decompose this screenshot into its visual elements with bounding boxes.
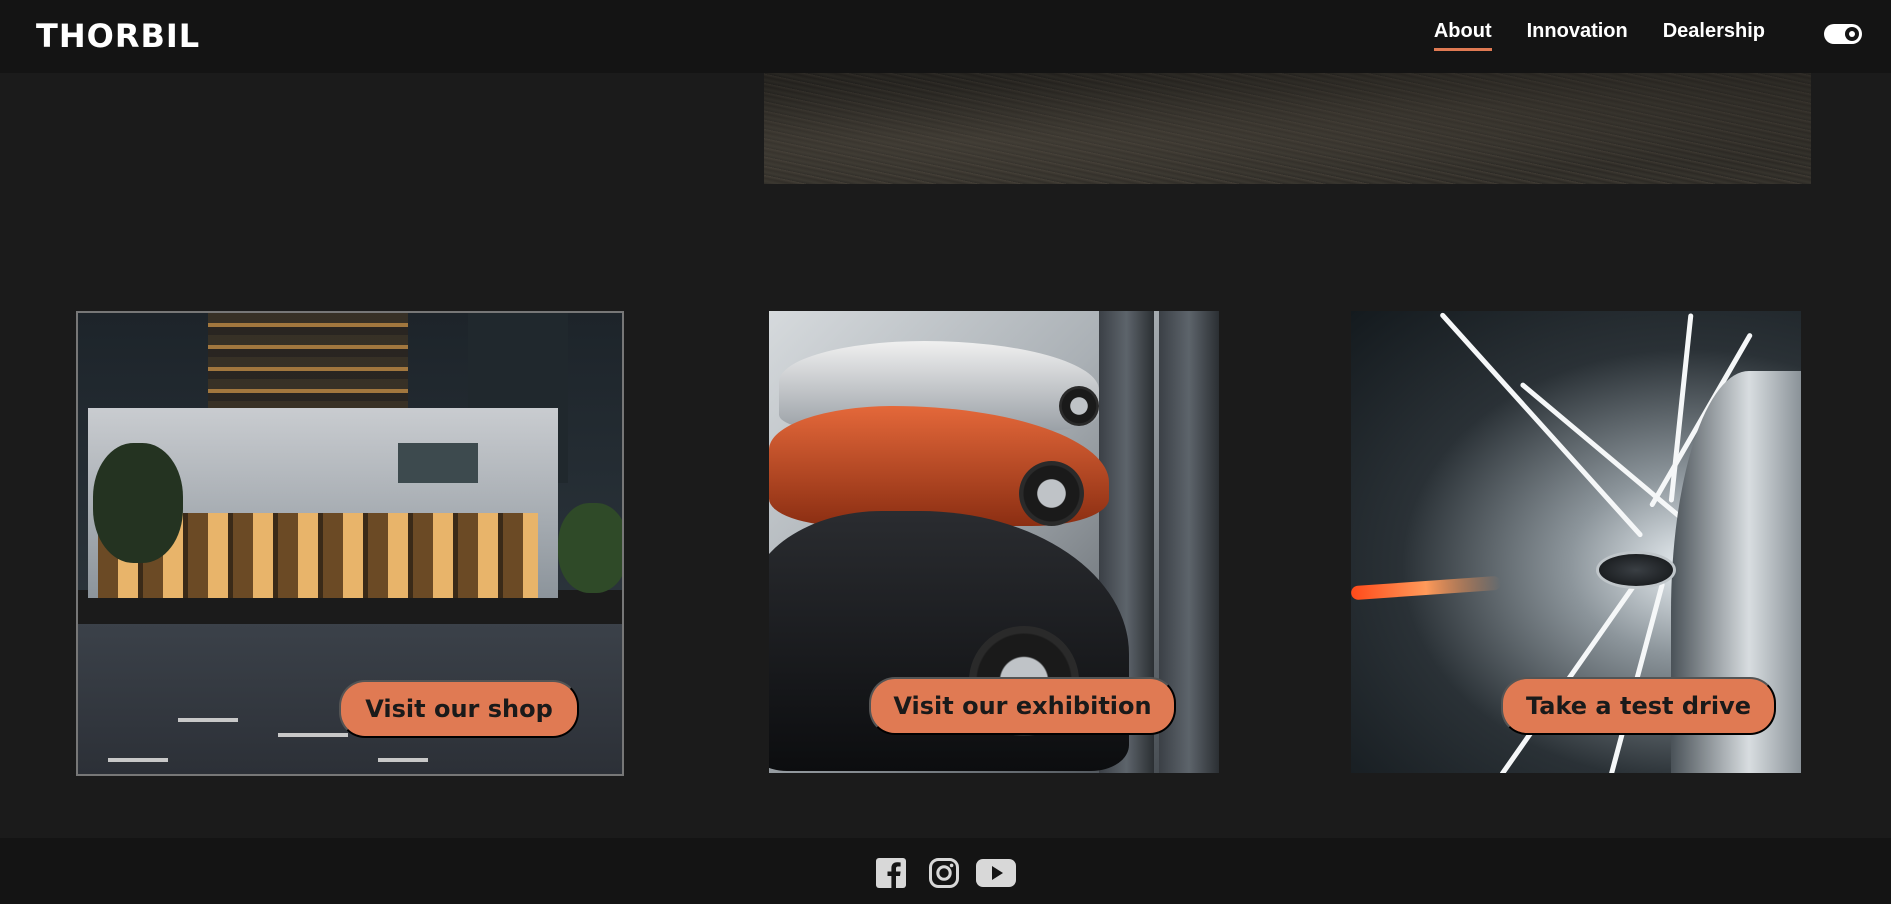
test-drive-button[interactable]: Take a test drive bbox=[1501, 677, 1776, 735]
theme-toggle-icon bbox=[1845, 27, 1859, 41]
instagram-icon[interactable] bbox=[928, 857, 960, 889]
youtube-icon[interactable] bbox=[975, 857, 1017, 889]
nav-link-innovation[interactable]: Innovation bbox=[1527, 20, 1628, 51]
hero-image bbox=[764, 73, 1811, 184]
nav-link-about[interactable]: About bbox=[1433, 20, 1492, 51]
facebook-icon[interactable] bbox=[875, 857, 907, 889]
logo[interactable]: THORBIL bbox=[36, 17, 200, 55]
site-header: THORBIL About Innovation Dealership bbox=[0, 0, 1891, 73]
main-nav: About Innovation Dealership bbox=[1433, 20, 1765, 51]
visit-exhibition-button[interactable]: Visit our exhibition bbox=[869, 677, 1176, 735]
theme-toggle[interactable] bbox=[1824, 24, 1862, 44]
nav-link-dealership[interactable]: Dealership bbox=[1663, 20, 1765, 51]
visit-shop-button[interactable]: Visit our shop bbox=[339, 680, 579, 738]
